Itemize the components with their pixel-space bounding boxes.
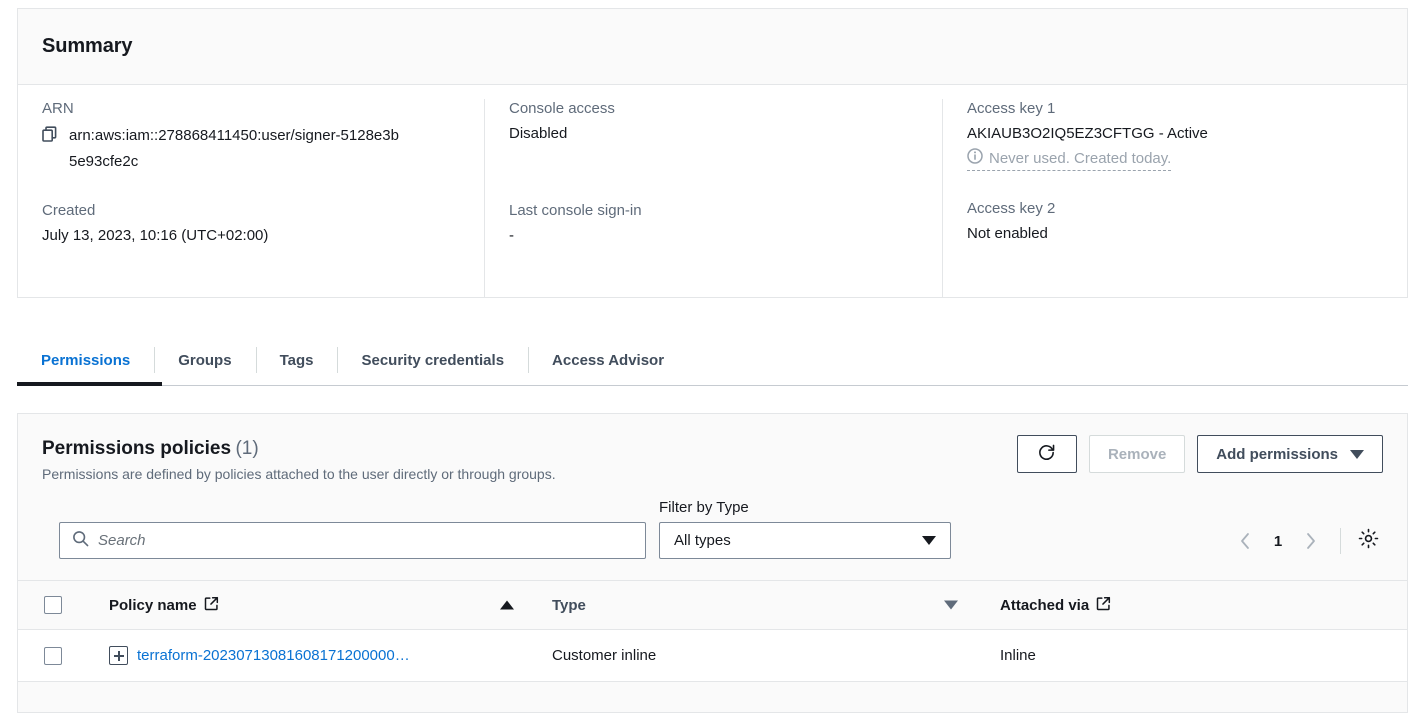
summary-header: Summary xyxy=(18,9,1407,85)
permissions-table: Policy name Type Attached via terraform-… xyxy=(18,580,1407,682)
arn-row: arn:aws:iam::278868411450:user/signer-51… xyxy=(42,123,460,175)
access-key-1-label: Access key 1 xyxy=(967,100,1056,117)
arn-label: ARN xyxy=(42,100,74,117)
summary-column-2: Console access Disabled Last console sig… xyxy=(484,99,942,297)
add-permissions-button[interactable]: Add permissions xyxy=(1197,435,1383,473)
field-last-signin: Last console sign-in - xyxy=(509,201,918,247)
attached-via-header: Attached via xyxy=(1000,596,1111,615)
filter-by-type-select[interactable]: All types xyxy=(659,522,951,559)
tab-groups-label: Groups xyxy=(178,351,232,369)
table-controls: Search Filter by Type All types 1 xyxy=(18,499,1407,580)
column-header-type[interactable]: Type xyxy=(528,597,972,614)
summary-body: ARN arn:aws:iam::278868411450:user/signe… xyxy=(18,85,1407,297)
policy-name-link[interactable]: terraform-20230713081608171200000… xyxy=(137,647,410,664)
last-signin-label: Last console sign-in xyxy=(509,202,642,219)
tab-permissions-label: Permissions xyxy=(41,351,131,369)
policy-name-header-label: Policy name xyxy=(109,596,197,614)
cell-policy-name: terraform-20230713081608171200000… xyxy=(87,646,528,665)
attached-via-header-label: Attached via xyxy=(1000,596,1090,614)
permissions-actions: Remove Add permissions xyxy=(1016,435,1383,473)
tabs-container: Permissions Groups Tags Security credent… xyxy=(17,334,1408,386)
field-access-key-2: Access key 2 Not enabled xyxy=(967,199,1383,245)
tab-list: Permissions Groups Tags Security credent… xyxy=(17,334,1408,386)
tab-security-credentials-label: Security credentials xyxy=(361,351,505,369)
cell-type: Customer inline xyxy=(552,647,657,664)
access-key-1-hint-text: Never used. Created today. xyxy=(989,149,1172,167)
permissions-policies-panel: Permissions policies (1) Permissions are… xyxy=(17,413,1408,713)
external-link-icon xyxy=(204,596,219,615)
page-title: Summary xyxy=(42,35,133,57)
search-input[interactable]: Search xyxy=(59,522,646,559)
policy-name-header: Policy name xyxy=(109,596,219,615)
select-all-checkbox[interactable] xyxy=(43,596,62,614)
sort-descending-icon xyxy=(944,600,958,610)
row-checkbox[interactable] xyxy=(43,646,62,665)
select-all-cell xyxy=(18,596,87,614)
pagination-divider xyxy=(1340,528,1341,554)
pagination-prev-button[interactable] xyxy=(1228,524,1262,558)
chevron-down-icon xyxy=(922,536,936,545)
access-key-1-hint: Never used. Created today. xyxy=(967,148,1172,171)
tabs-baseline xyxy=(17,385,1408,386)
row-select-cell xyxy=(18,646,87,665)
add-permissions-label: Add permissions xyxy=(1216,445,1338,463)
last-signin-value: - xyxy=(509,227,514,244)
access-key-2-value: Not enabled xyxy=(967,225,1048,242)
tab-access-advisor[interactable]: Access Advisor xyxy=(528,334,688,386)
created-value: July 13, 2023, 10:16 (UTC+02:00) xyxy=(42,227,269,244)
external-link-icon xyxy=(1096,596,1111,615)
pagination-page-1[interactable]: 1 xyxy=(1264,533,1292,550)
permissions-count: (1) xyxy=(235,438,259,459)
column-header-attached-via[interactable]: Attached via xyxy=(972,596,1407,615)
cell-attached-via: Inline xyxy=(1000,647,1036,664)
permissions-title: Permissions policies xyxy=(42,438,232,459)
pagination-next-button[interactable] xyxy=(1294,524,1328,558)
filter-by-type-value: All types xyxy=(674,532,731,549)
summary-column-3: Access key 1 AKIAUB3O2IQ5EZ3CFTGG - Acti… xyxy=(942,99,1407,297)
tab-permissions[interactable]: Permissions xyxy=(17,334,154,386)
summary-column-1: ARN arn:aws:iam::278868411450:user/signe… xyxy=(18,99,484,297)
refresh-icon xyxy=(1037,443,1056,466)
sort-ascending-icon xyxy=(500,600,514,610)
arn-value: arn:aws:iam::278868411450:user/signer-51… xyxy=(69,127,399,170)
field-created: Created July 13, 2023, 10:16 (UTC+02:00) xyxy=(42,201,460,247)
expand-row-icon[interactable] xyxy=(109,646,128,665)
console-access-value: Disabled xyxy=(509,125,568,142)
type-header-label: Type xyxy=(552,596,586,614)
chevron-down-icon xyxy=(1350,449,1364,459)
field-arn: ARN arn:aws:iam::278868411450:user/signe… xyxy=(42,99,460,175)
table-header-row: Policy name Type Attached via xyxy=(18,580,1407,630)
tab-tags[interactable]: Tags xyxy=(255,334,338,386)
access-key-1-value: AKIAUB3O2IQ5EZ3CFTGG - Active xyxy=(967,125,1208,142)
search-icon xyxy=(72,530,89,552)
tab-tags-label: Tags xyxy=(279,351,314,369)
copy-icon[interactable] xyxy=(42,126,59,148)
field-access-key-1: Access key 1 AKIAUB3O2IQ5EZ3CFTGG - Acti… xyxy=(967,99,1383,171)
permissions-header: Permissions policies (1) Permissions are… xyxy=(18,414,1407,504)
info-icon xyxy=(967,148,983,169)
table-preferences-button[interactable] xyxy=(1353,526,1383,556)
console-access-label: Console access xyxy=(509,100,615,117)
summary-panel: Summary ARN arn:aws:iam::278868411450:us… xyxy=(17,8,1408,298)
table-row[interactable]: terraform-20230713081608171200000… Custo… xyxy=(18,630,1407,682)
filter-by-type-label: Filter by Type xyxy=(659,499,749,516)
type-sort-indicator xyxy=(944,600,958,610)
tab-access-advisor-label: Access Advisor xyxy=(552,351,665,369)
tab-security-credentials[interactable]: Security credentials xyxy=(337,334,528,386)
column-header-policy-name[interactable]: Policy name xyxy=(87,596,528,615)
active-tab-indicator xyxy=(17,382,162,386)
tab-groups[interactable]: Groups xyxy=(154,334,255,386)
gear-icon xyxy=(1358,528,1379,554)
policy-name-sort-indicator xyxy=(500,600,514,610)
remove-button-label: Remove xyxy=(1107,445,1167,463)
pagination: 1 xyxy=(1228,523,1383,559)
created-label: Created xyxy=(42,202,96,219)
remove-button[interactable]: Remove xyxy=(1088,435,1186,473)
access-key-2-label: Access key 2 xyxy=(967,200,1056,217)
refresh-button[interactable] xyxy=(1016,435,1077,473)
search-placeholder: Search xyxy=(98,532,146,549)
field-console-access: Console access Disabled xyxy=(509,99,918,145)
